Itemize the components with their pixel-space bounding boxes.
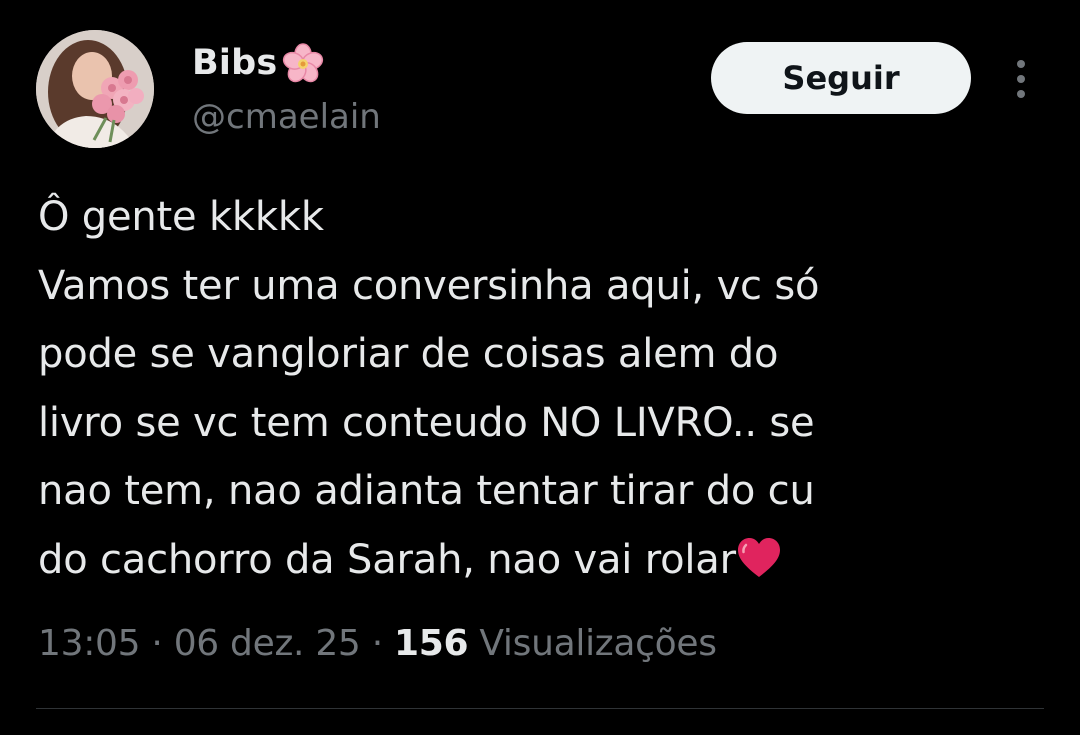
more-dot [1017,90,1025,98]
red-heart-icon [736,532,782,577]
tweet-line: pode se vangloriar de coisas alem do [38,331,779,377]
tweet-meta: 13:05 · 06 dez. 25 · 156 Visualizações [38,618,717,670]
avatar-image [36,30,154,148]
tweet-line: Ô gente kkkkk [38,194,324,240]
follow-button[interactable]: Seguir [711,42,971,114]
tweet-line: livro se vc tem conteudo NO LIVRO.. se [38,399,815,446]
tweet-time[interactable]: 13:05 [38,623,141,664]
divider [36,708,1044,709]
views-count: 156 [393,623,469,664]
tweet-text: Ô gente kkkkk Vamos ter uma conversinha … [38,183,1038,594]
tweet-line: nao tem, nao adianta tentar tirar do cu [38,468,815,514]
tweet-line: Vamos ter uma conversinha aqui, vc só [38,262,820,309]
tweet-line: do cachorro da Sarah, nao vai rolar [38,536,736,583]
meta-separator: · [140,623,174,664]
user-name-row[interactable]: Bibs [192,40,327,86]
avatar[interactable] [36,30,154,148]
more-dot [1017,60,1025,68]
more-dot [1017,75,1025,83]
views-label: Visualizações [479,623,717,664]
user-handle[interactable]: @cmaelain [192,94,381,140]
tweet-card: Bibs @cmaelain Seguir Ô gente kkkkk Vamo… [0,0,1080,735]
more-vertical-icon[interactable] [1004,56,1038,102]
tweet-date[interactable]: 06 dez. 25 [174,623,361,664]
cherry-blossom-icon [279,40,327,86]
display-name[interactable]: Bibs [192,40,277,86]
meta-separator: · [360,623,394,664]
